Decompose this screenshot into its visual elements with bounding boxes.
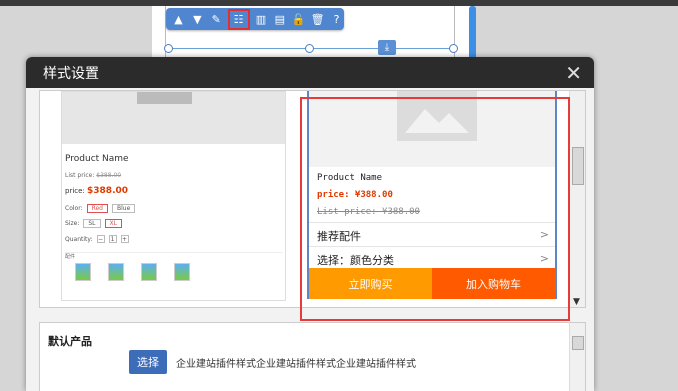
chart-alt-icon[interactable]: ▤ — [272, 11, 287, 27]
mini-price: price: $388.00 — [65, 186, 129, 196]
choose-description: 企业建站插件样式企业建站插件样式企业建站插件样式 — [176, 359, 416, 370]
size-option-sl: SL — [83, 219, 101, 228]
dialog-title: 样式设置 — [43, 65, 99, 82]
chevron-up-icon[interactable]: ▲ — [171, 11, 186, 27]
editor-scrollbar[interactable] — [469, 6, 476, 60]
accessory-thumb — [108, 263, 124, 281]
accessory-thumb — [174, 263, 190, 281]
preview-scrollbar[interactable]: ▼ — [569, 91, 585, 307]
mini-size-row: Size: SL XL — [65, 219, 122, 228]
download-icon[interactable]: ⤓ — [378, 40, 396, 55]
dialog-header: 样式设置 ✕ — [26, 57, 594, 88]
default-product-label: 默认产品 — [48, 335, 92, 348]
default-product-section: 默认产品 选择 企业建站插件样式企业建站插件样式企业建站插件样式 — [39, 322, 586, 391]
scroll-down-icon[interactable]: ▼ — [573, 297, 580, 307]
mini-quantity-row: Quantity: − 1 + — [65, 235, 129, 243]
size-option-xl: XL — [104, 219, 122, 228]
selected-style-highlight — [300, 97, 570, 321]
color-option-red: Red — [86, 204, 108, 213]
chevron-down-icon[interactable]: ▼ — [190, 11, 205, 27]
chart-icon[interactable]: ▥ — [254, 11, 269, 27]
mini-quantity-value: 1 — [108, 235, 117, 243]
close-icon[interactable]: ✕ — [565, 63, 582, 83]
color-option-blue: Blue — [112, 204, 136, 213]
plus-icon: + — [120, 235, 129, 243]
list-layout-icon[interactable]: ☷ — [227, 8, 250, 30]
scrollbar-thumb[interactable] — [572, 336, 584, 350]
choose-button[interactable]: 选择 — [129, 350, 167, 374]
edit-icon[interactable]: ✎ — [209, 11, 224, 27]
minus-icon: − — [96, 235, 105, 243]
mini-accessories: 配件 — [65, 252, 283, 300]
resize-handle-middle[interactable] — [305, 44, 314, 53]
help-icon[interactable]: ? — [329, 11, 344, 27]
settings-scrollbar[interactable] — [569, 323, 585, 391]
mini-color-row: Color: Red Blue — [65, 204, 136, 213]
mini-product-name: Product Name — [65, 154, 129, 164]
trash-icon[interactable]: 🗑 — [310, 11, 325, 27]
accessory-thumb — [141, 263, 157, 281]
mini-list-price: List price: $388.00 — [65, 172, 122, 179]
unlock-icon[interactable]: 🔓 — [291, 11, 306, 27]
resize-handle-left[interactable] — [164, 44, 173, 53]
scrollbar-thumb[interactable] — [572, 147, 584, 185]
module-toolbar: ▲ ▼ ✎ ☷ ▥ ▤ 🔓 🗑? — [166, 8, 344, 30]
mini-product-image — [62, 92, 285, 144]
mini-product-preview[interactable]: Product Name List price: $388.00 price: … — [61, 91, 286, 301]
accessory-thumb — [75, 263, 91, 281]
resize-handle-right[interactable] — [449, 44, 458, 53]
